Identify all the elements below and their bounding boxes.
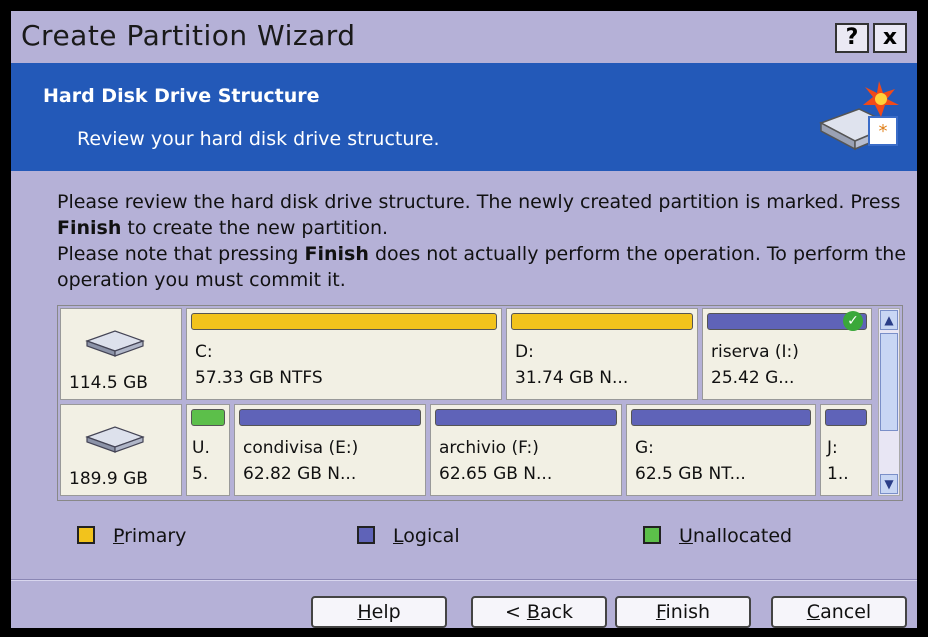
- button-separator: [11, 579, 917, 581]
- disk-size: 189.9 GB: [69, 469, 148, 489]
- window-title: Create Partition Wizard: [21, 19, 356, 52]
- disk-info[interactable]: 114.5 GB: [60, 308, 182, 400]
- legend-primary: Primary: [77, 525, 186, 547]
- legend-logical: Logical: [357, 525, 460, 547]
- logical-swatch: [357, 526, 375, 544]
- header-subtitle: Review your hard disk drive structure.: [77, 128, 440, 150]
- vertical-scrollbar[interactable]: ▲ ▼: [878, 308, 900, 496]
- partition-label: riserva (I:) 25.42 G...: [711, 342, 799, 388]
- partition-block[interactable]: G: 62.5 GB NT...: [626, 404, 816, 496]
- legend-unallocated: Unallocated: [643, 525, 792, 547]
- close-icon[interactable]: x: [873, 23, 907, 53]
- scroll-thumb[interactable]: [880, 333, 898, 431]
- disk-wizard-icon: *: [819, 81, 899, 151]
- back-button[interactable]: < Back: [471, 596, 607, 628]
- check-icon: ✓: [843, 311, 863, 331]
- partition-type-bar: [825, 409, 867, 426]
- disk-info[interactable]: 189.9 GB: [60, 404, 182, 496]
- partition-type-bar: [191, 313, 497, 330]
- description-paragraph-2: Please note that pressing Finish does no…: [57, 243, 907, 291]
- cancel-button[interactable]: Cancel: [771, 596, 907, 628]
- title-bar[interactable]: Create Partition Wizard ? x: [11, 11, 917, 64]
- partition-label: condivisa (E:) 62.82 GB N...: [243, 438, 359, 484]
- partition-type-bar: [631, 409, 811, 426]
- partition-label: D: 31.74 GB N...: [515, 342, 629, 388]
- partition-type-bar: [435, 409, 617, 426]
- help-icon[interactable]: ?: [835, 23, 869, 53]
- disk-structure-panel: 114.5 GB C: 57.33 GB NTFS D: 31.74 GB N...…: [57, 305, 903, 501]
- scroll-up-icon[interactable]: ▲: [880, 310, 898, 330]
- primary-swatch: [77, 526, 95, 544]
- partition-label: J: 1..: [827, 438, 849, 484]
- partition-block[interactable]: U. 5.: [186, 404, 230, 496]
- partition-type-bar: [191, 409, 225, 426]
- unallocated-swatch: [643, 526, 661, 544]
- help-button[interactable]: Help: [311, 596, 447, 628]
- description-text: Please review the hard disk drive struct…: [57, 189, 907, 293]
- partition-label: U. 5.: [192, 438, 210, 484]
- partition-label: C: 57.33 GB NTFS: [195, 342, 323, 388]
- partition-block-new[interactable]: ✓ riserva (I:) 25.42 G...: [702, 308, 872, 400]
- partition-block[interactable]: archivio (F:) 62.65 GB N...: [430, 404, 622, 496]
- partition-block[interactable]: J: 1..: [820, 404, 872, 496]
- disk-size: 114.5 GB: [69, 373, 148, 393]
- partition-type-bar: [239, 409, 421, 426]
- partition-type-bar: [511, 313, 693, 330]
- create-partition-wizard-window: Create Partition Wizard ? x Hard Disk Dr…: [8, 8, 920, 631]
- header-title: Hard Disk Drive Structure: [43, 85, 320, 107]
- partition-label: G: 62.5 GB NT...: [635, 438, 746, 484]
- finish-button[interactable]: Finish: [615, 596, 751, 628]
- wizard-header: Hard Disk Drive Structure Review your ha…: [11, 63, 917, 171]
- scroll-down-icon[interactable]: ▼: [880, 474, 898, 494]
- hard-disk-icon: [85, 426, 145, 453]
- partition-label: archivio (F:) 62.65 GB N...: [439, 438, 553, 484]
- hard-disk-icon: [85, 330, 145, 357]
- disk-row-1: 114.5 GB C: 57.33 GB NTFS D: 31.74 GB N...…: [58, 308, 874, 400]
- description-paragraph-1: Please review the hard disk drive struct…: [57, 191, 901, 239]
- partition-block[interactable]: D: 31.74 GB N...: [506, 308, 698, 400]
- disk-row-2: 189.9 GB U. 5. condivisa (E:) 62.82 GB N..…: [58, 404, 874, 496]
- partition-block[interactable]: condivisa (E:) 62.82 GB N...: [234, 404, 426, 496]
- svg-text:*: *: [879, 121, 888, 142]
- partition-block[interactable]: C: 57.33 GB NTFS: [186, 308, 502, 400]
